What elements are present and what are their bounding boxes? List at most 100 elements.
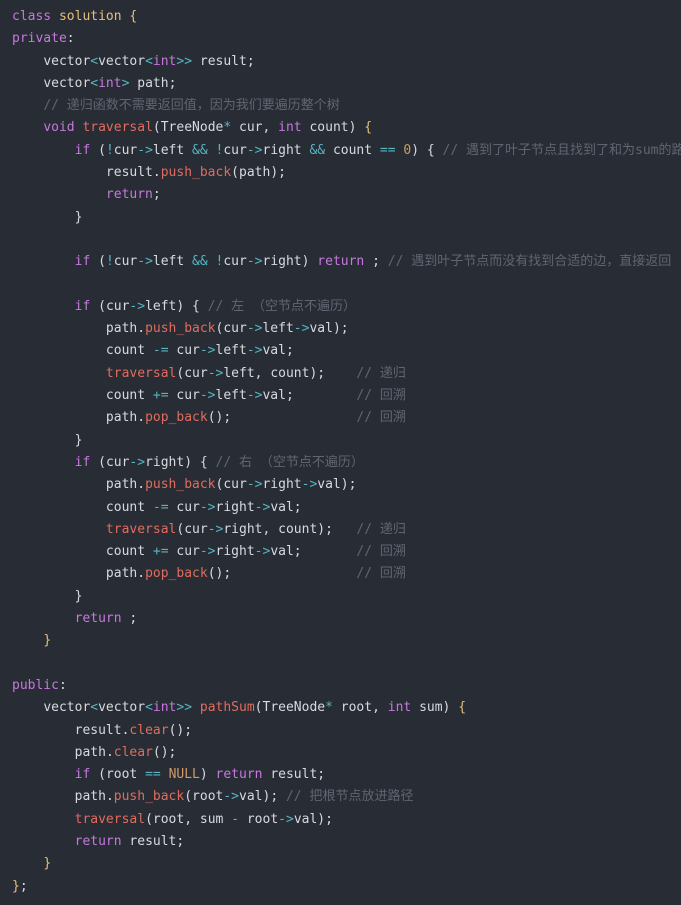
code-line[interactable]: path.push_back(cur->right->val); [0,474,681,496]
code-token: val [239,789,263,805]
code-line[interactable]: } [0,630,681,652]
code-token: int [152,53,177,69]
code-line[interactable]: return ; [0,608,681,630]
code-token: && [309,142,326,158]
code-token: ; [246,53,255,69]
code-token: return [74,833,122,849]
code-token: -> [199,499,216,515]
code-line[interactable]: if (cur->left) { // 左 （空节点不遍历） [0,296,681,318]
code-line[interactable]: if (!cur->left && !cur->right) return ; … [0,251,681,273]
code-line[interactable]: private: [0,28,681,50]
code-line[interactable]: traversal(root, sum - root->val); [0,809,681,831]
code-token: -> [246,388,263,404]
code-token: pathSum [199,700,255,716]
code-line[interactable]: public: [0,675,681,697]
code-line[interactable]: } [0,430,681,452]
code-token: path [105,321,138,337]
code-token: . [105,789,114,805]
code-token: ); [340,477,357,493]
code-token: ); [262,789,286,805]
code-token: : [66,31,75,47]
code-line[interactable]: vector<vector<int>> pathSum(TreeNode* ro… [0,697,681,719]
code-line[interactable]: void traversal(TreeNode* cur, int count)… [0,117,681,139]
code-line[interactable]: return result; [0,831,681,853]
code-token: right [223,521,263,537]
code-token: -= [152,499,169,515]
code-token: vector [43,75,91,91]
code-token: ( [90,454,106,470]
code-token: right [215,544,255,560]
code-line[interactable]: path.clear(); [0,742,681,764]
code-token: ( [90,298,106,314]
code-token: . [137,566,146,582]
code-token: += [152,388,169,404]
code-editor-surface[interactable]: class solution {private: vector<vector<i… [0,0,681,905]
code-line[interactable]: count += cur->left->val; // 回溯 [0,385,681,407]
code-token: result [270,767,318,783]
code-line[interactable]: result.push_back(path); [0,162,681,184]
code-token: < [145,700,153,716]
code-token: ( [90,254,106,270]
code-token: path [105,566,138,582]
code-token: private [12,31,67,47]
code-line[interactable]: traversal(cur->right, count); // 递归 [0,519,681,541]
code-line[interactable]: if (root == NULL) return result; [0,764,681,786]
code-line[interactable] [0,229,681,251]
code-line[interactable]: if (cur->right) { // 右 （空节点不遍历） [0,452,681,474]
code-token: path [74,744,106,760]
code-token: cur [223,254,247,270]
code-token: right [262,477,302,493]
code-token: root [192,789,224,805]
code-line[interactable]: class solution { [0,6,681,28]
code-token: cur [113,142,138,158]
code-token: == [379,142,396,158]
code-line[interactable]: traversal(cur->left, count); // 递归 [0,363,681,385]
code-token: count [278,521,318,537]
code-token: vector [98,700,146,716]
code-token: vector [43,700,91,716]
code-token: < [145,53,153,69]
code-token: -> [137,254,153,270]
code-token: (); [152,744,177,760]
code-token: pop_back [145,566,208,582]
code-line[interactable]: if (!cur->left && !cur->right && count =… [0,140,681,162]
code-token: cur [176,544,200,560]
code-line[interactable]: vector<vector<int>> result; [0,51,681,73]
code-token: left [223,365,255,381]
code-line[interactable] [0,653,681,675]
code-line[interactable]: } [0,853,681,875]
code-line[interactable]: return; [0,184,681,206]
code-line[interactable]: vector<int> path; [0,73,681,95]
code-line[interactable]: // 递归函数不需要返回值，因为我们要遍历整个树 [0,95,681,117]
code-line[interactable]: path.push_back(root->val); // 把根节点放进路径 [0,786,681,808]
code-line[interactable]: path.push_back(cur->left->val); [0,318,681,340]
code-token: ( [90,767,106,783]
code-line[interactable]: }; [0,876,681,898]
code-line[interactable]: } [0,586,681,608]
code-token: ( [152,120,161,136]
code-token: < [90,53,99,69]
code-token: ) [442,700,459,716]
code-token: push_back [145,477,216,493]
code-token: count [270,365,310,381]
code-line[interactable]: } [0,207,681,229]
code-line[interactable]: path.pop_back(); // 回溯 [0,407,681,429]
code-line[interactable] [0,274,681,296]
code-line[interactable]: path.pop_back(); // 回溯 [0,563,681,585]
code-comment: // 回溯 [356,544,406,560]
code-line[interactable]: count += cur->right->val; // 回溯 [0,541,681,563]
code-line[interactable]: count -= cur->left->val; [0,340,681,362]
code-token: -> [137,142,153,158]
code-line[interactable]: result.clear(); [0,720,681,742]
code-line[interactable]: count -= cur->right->val; [0,497,681,519]
code-token: > [184,700,193,716]
